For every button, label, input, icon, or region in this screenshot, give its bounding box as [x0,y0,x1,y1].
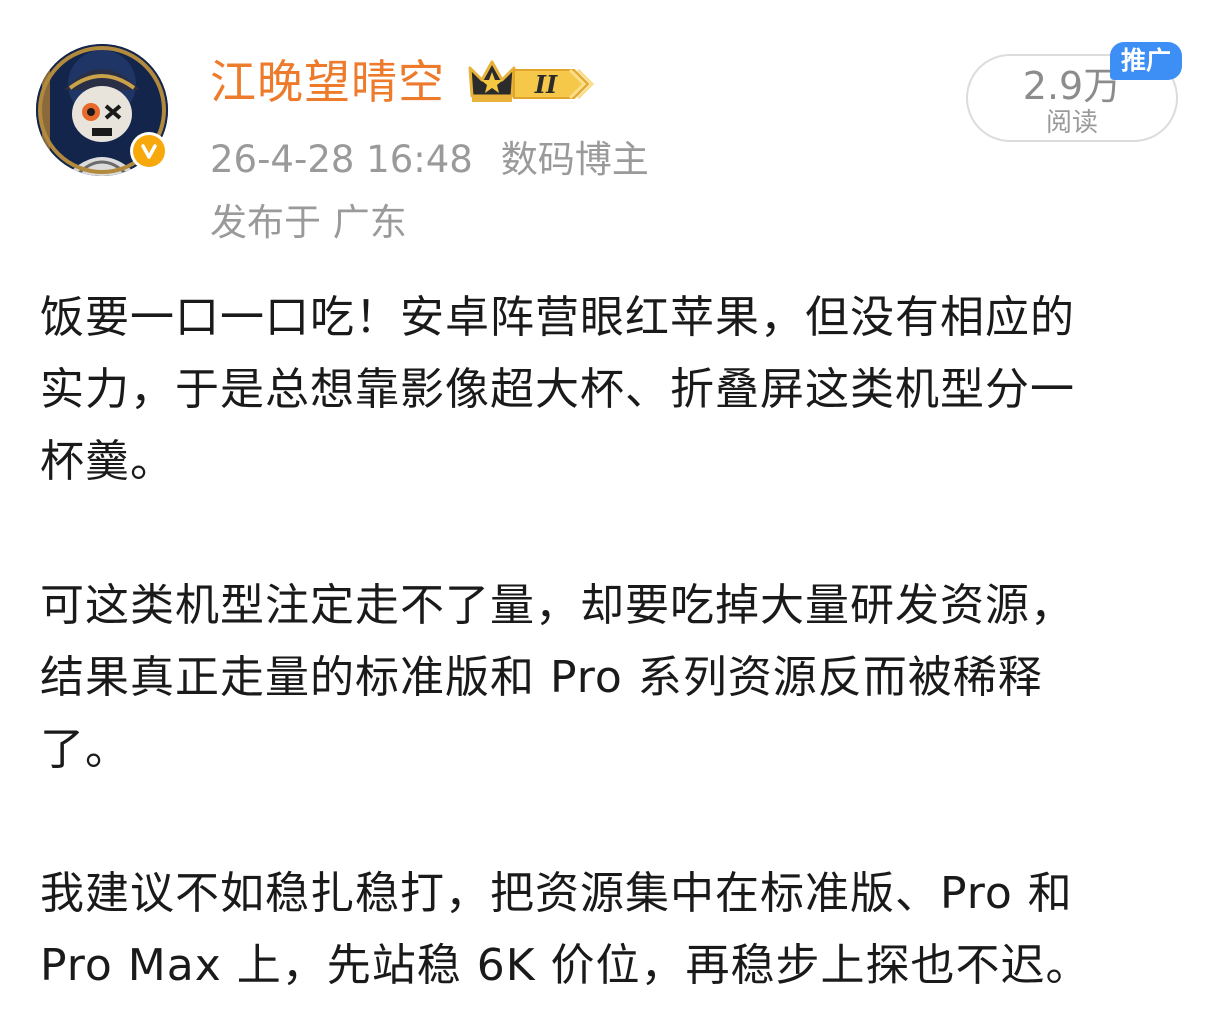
post-paragraph: 饭要一口一口吃！安卓阵营眼红苹果，但没有相应的 实力，于是总想靠影像超大杯、折叠… [40,282,1190,498]
text-line: 了。 [40,724,130,775]
post-timestamp: 26-4-28 16:48 [210,138,473,181]
post-location: 发布于 广东 [210,201,407,244]
post-paragraph: 可这类机型注定走不了量，却要吃掉大量研发资源， 结果真正走量的标准版和 Pro … [40,570,1190,786]
author-avatar[interactable] [32,38,174,180]
post-meta: 26-4-28 16:48 数码博主 [210,135,649,185]
post-paragraph: 我建议不如稳扎稳打，把资源集中在标准版、Pro 和 Pro Max 上，先站稳 … [40,858,1190,1002]
rank-level-label: II [534,70,558,99]
text-line: 结果真正走量的标准版和 Pro 系列资源反而被稀释 [40,652,1043,703]
text-line: Pro Max 上，先站稳 6K 价位，再稳步上探也不迟。 [40,940,1091,991]
text-line: 实力，于是总想靠影像超大杯、折叠屏这类机型分一 [40,364,1075,415]
verified-icon [130,132,168,170]
weibo-post: 江晚望晴空 II 26-4-28 16:48 数码博主 发布于 广东 2.9万 阅… [0,0,1220,1033]
author-name[interactable]: 江晚望晴空 [210,52,445,112]
text-line: 饭要一口一口吃！安卓阵营眼红苹果，但没有相应的 [40,292,1075,343]
author-tag: 数码博主 [500,138,649,181]
text-line: 可这类机型注定走不了量，却要吃掉大量研发资源， [40,580,1075,631]
read-label: 阅读 [1045,108,1098,138]
crown-rank-badge-icon[interactable]: II [466,56,596,110]
text-line: 我建议不如稳扎稳打，把资源集中在标准版、Pro 和 [40,868,1073,919]
post-content: 饭要一口一口吃！安卓阵营眼红苹果，但没有相应的 实力，于是总想靠影像超大杯、折叠… [40,282,1190,1002]
text-line: 杯羹。 [40,436,175,487]
promo-badge[interactable]: 推广 [1110,42,1182,80]
